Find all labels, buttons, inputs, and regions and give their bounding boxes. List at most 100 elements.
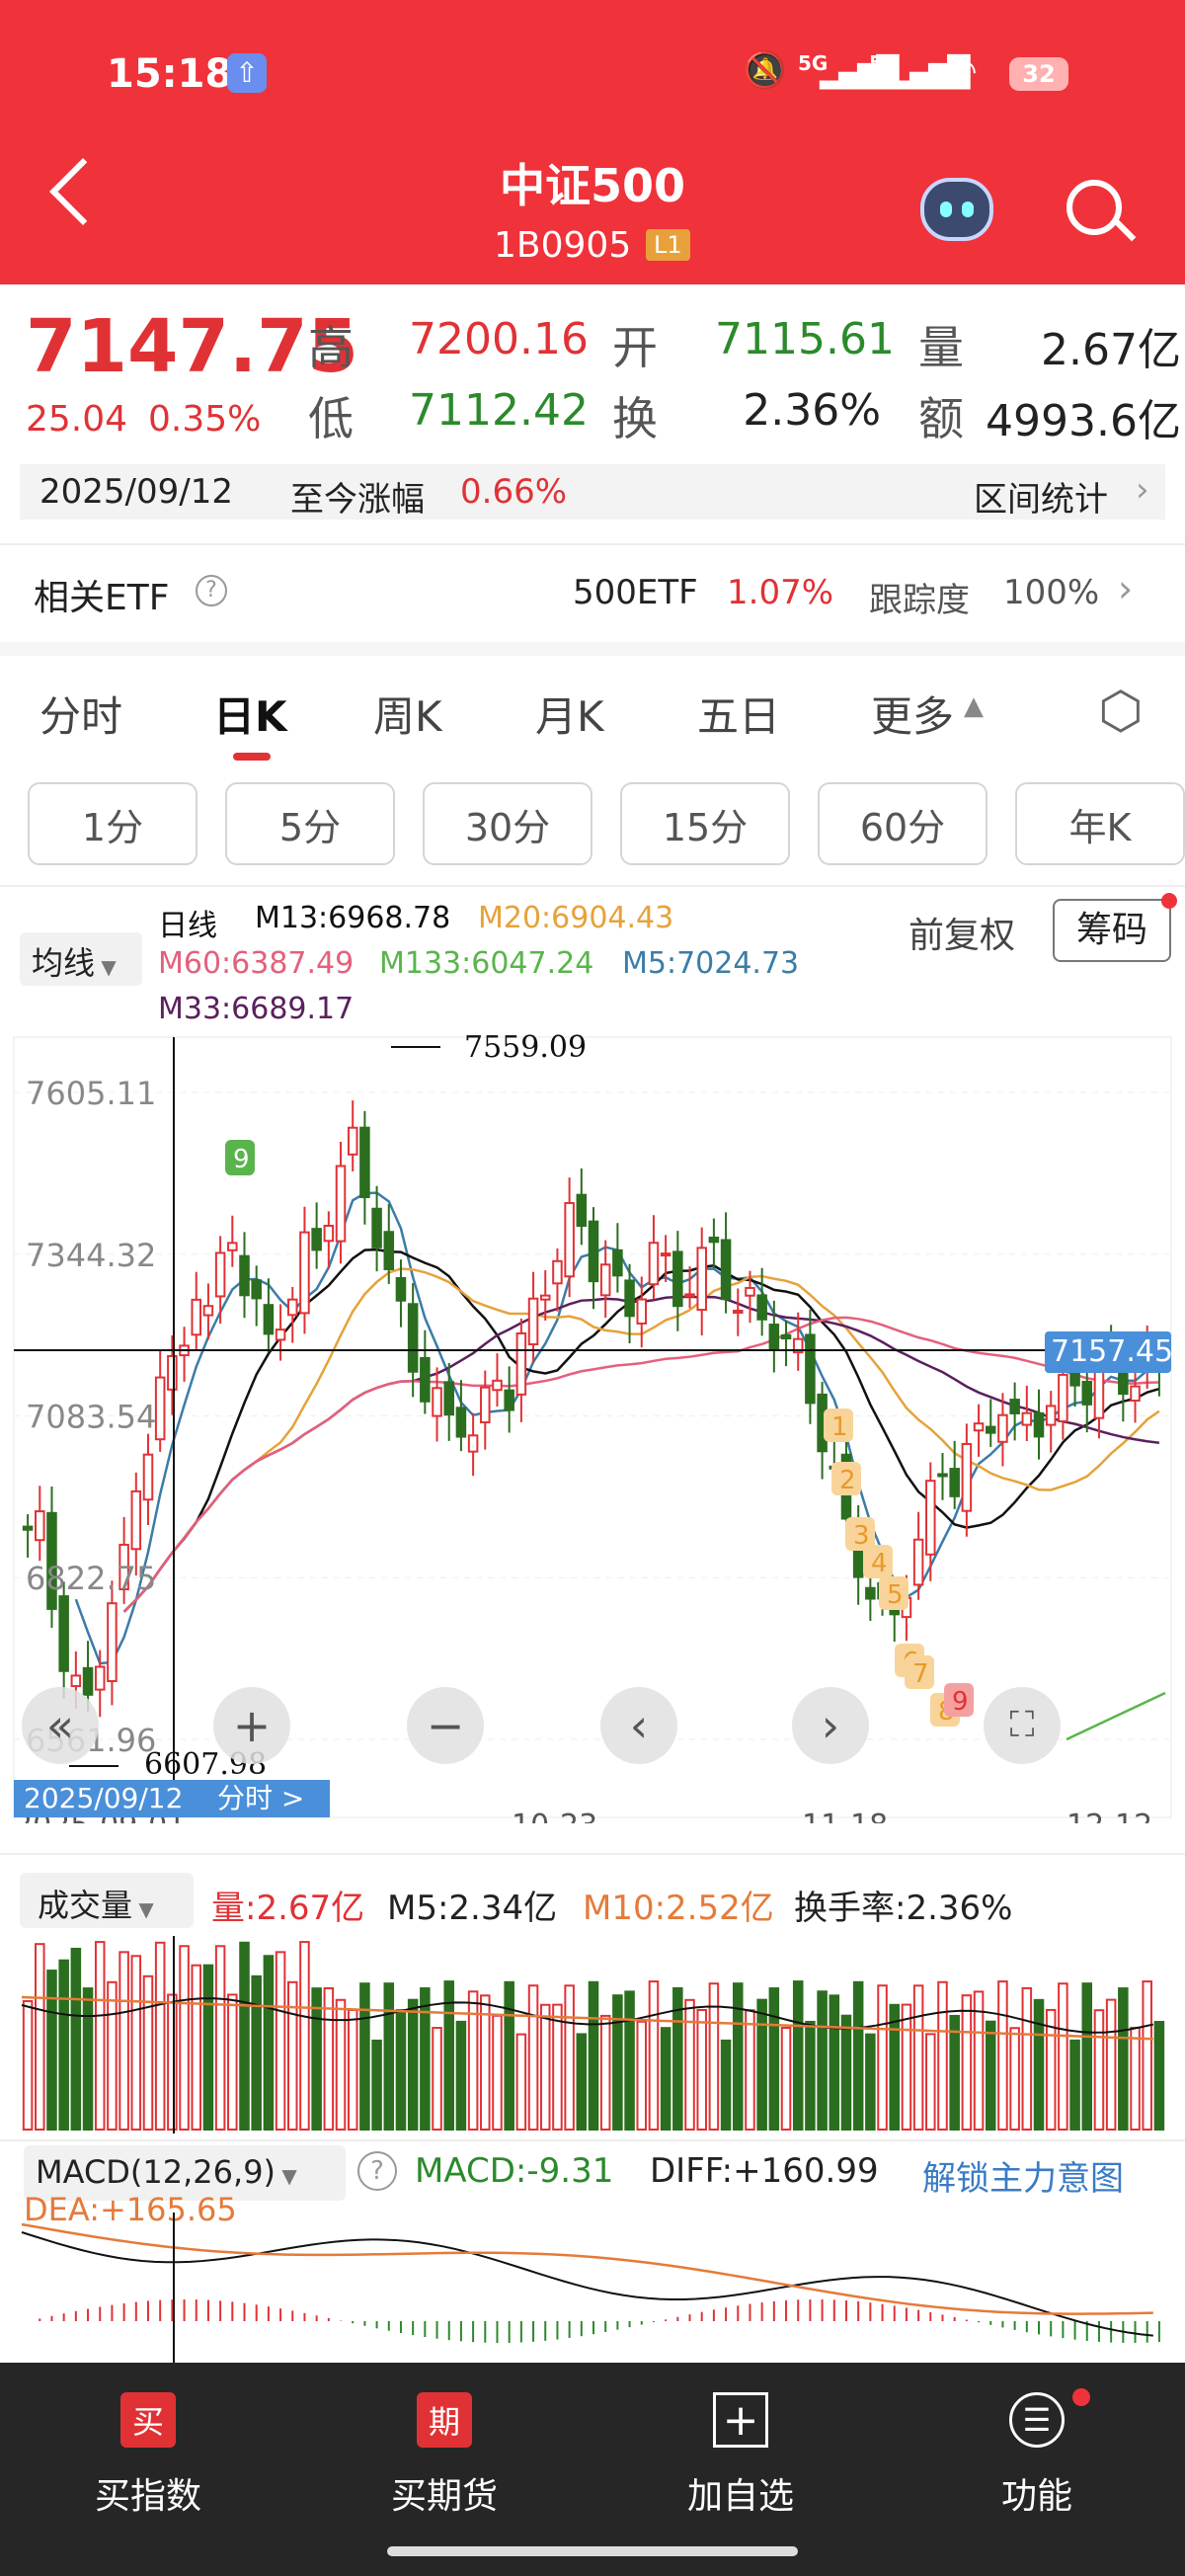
candle-body — [130, 1489, 142, 1551]
td-marker: 1 — [824, 1409, 853, 1442]
scroll-left-icon[interactable]: ‹ — [600, 1687, 677, 1764]
tab-weekly-k[interactable]: 周K — [373, 684, 442, 744]
nav-buy-index[interactable]: 买 买指数 — [0, 2363, 296, 2576]
volume-bar — [961, 1994, 973, 2132]
candle-body — [467, 1434, 479, 1453]
period-30min[interactable]: 30分 — [423, 782, 592, 865]
legend-m20: M20:6904.43 — [478, 901, 674, 935]
volume-bar — [154, 1941, 166, 2131]
volume-bar — [912, 1984, 924, 2131]
tab-monthly-k[interactable]: 月K — [535, 684, 604, 744]
candle-body — [432, 1387, 442, 1417]
volume-bar — [780, 2026, 792, 2131]
tab-daily-k[interactable]: 日K — [213, 684, 287, 744]
volume-bar — [865, 2033, 876, 2131]
period-15min[interactable]: 15分 — [620, 782, 790, 865]
volume-bar — [94, 1941, 106, 2131]
candle-body — [299, 1231, 310, 1315]
chips-button[interactable]: 筹码 — [1053, 899, 1171, 962]
legend-m60: M60:6387.49 — [158, 946, 355, 981]
candle-body — [239, 1254, 250, 1297]
td-marker: 9 — [225, 1140, 255, 1175]
etf-name[interactable]: 500ETF — [573, 573, 698, 612]
range-date: 2025/09/12 — [40, 472, 233, 512]
settings-hexagon-icon[interactable]: ⬡ — [1098, 682, 1143, 741]
y-tick-label: 6822.75 — [26, 1560, 156, 1597]
legend-volume-m5: M5:2.34亿 — [387, 1889, 558, 1928]
volume-bar — [877, 1984, 888, 2131]
rewind-icon[interactable]: « — [22, 1687, 99, 1764]
y-tick-label: 7344.32 — [26, 1237, 156, 1274]
volume-bar — [648, 1980, 660, 2131]
candle-body — [636, 1298, 648, 1325]
volume-bar — [82, 1987, 94, 2131]
period-year-k[interactable]: 年K — [1015, 782, 1185, 865]
volume-bar — [624, 1990, 635, 2132]
macd-chart[interactable] — [0, 2213, 1185, 2363]
volume-bar — [527, 1984, 539, 2131]
crosshair-price: 7157.45 — [1051, 1334, 1173, 1369]
period-1min[interactable]: 1分 — [28, 782, 198, 865]
search-icon-handle — [1113, 218, 1137, 242]
volume-bar — [179, 1945, 190, 2131]
turnover-label: 换 — [612, 392, 658, 445]
volume-bar — [227, 1993, 238, 2131]
ma-selector[interactable]: 均线 ▼ — [20, 932, 142, 986]
status-time: 15:18 — [107, 51, 233, 97]
assistant-robot-icon[interactable] — [920, 178, 993, 241]
nav-add-watchlist[interactable]: + 加自选 — [592, 2363, 889, 2576]
volume-selector-label: 成交量 — [38, 1887, 133, 1924]
period-60min[interactable]: 60分 — [818, 782, 988, 865]
divider — [0, 1853, 1185, 1855]
legend-diff: DIFF:+160.99 — [650, 2151, 879, 2191]
volume-bar — [107, 1980, 118, 2132]
candle-body — [371, 1207, 382, 1248]
candle-body — [395, 1277, 407, 1302]
volume-bar — [1118, 1987, 1129, 2131]
x-tick-label: 11-18 — [802, 1809, 888, 1823]
tab-more[interactable]: 更多 — [871, 684, 954, 744]
volume-bar — [564, 1984, 575, 2132]
period-5min[interactable]: 5分 — [225, 782, 395, 865]
candle-body — [323, 1224, 335, 1243]
tab-intraday[interactable]: 分时 — [40, 684, 122, 744]
volume-bar — [588, 1980, 599, 2131]
volume-bar — [46, 1970, 57, 2131]
search-icon[interactable] — [1066, 180, 1122, 235]
candle-body — [805, 1333, 816, 1405]
volume-bar — [1105, 1998, 1117, 2132]
volume-bar — [407, 1998, 419, 2132]
volume-bar — [515, 2033, 527, 2131]
adjust-mode[interactable]: 前复权 — [908, 907, 1015, 958]
candle-body — [937, 1473, 948, 1478]
legend-m33: M33:6689.17 — [158, 992, 355, 1026]
help-icon[interactable]: ? — [196, 575, 227, 606]
wifi-icon: ◠ — [948, 51, 978, 91]
unlock-link[interactable]: 解锁主力意图 — [922, 2151, 1124, 2200]
chevron-right-icon: › — [1136, 470, 1149, 510]
volume-bar — [792, 1980, 804, 2131]
legend-m13: M13:6968.78 — [255, 901, 451, 935]
chevron-right-icon[interactable]: › — [1118, 567, 1133, 610]
help-icon[interactable]: ? — [357, 2151, 397, 2191]
tab-five-day[interactable]: 五日 — [697, 684, 780, 744]
volume-bar — [612, 1994, 623, 2131]
nav-functions[interactable]: ☰ 功能 — [889, 2363, 1185, 2576]
volume-bar — [985, 2020, 996, 2131]
nav-buy-futures[interactable]: 期 买期货 — [296, 2363, 592, 2576]
zoom-out-icon[interactable]: − — [407, 1687, 484, 1764]
td-marker-label: 7 — [912, 1659, 929, 1689]
scroll-right-icon[interactable]: › — [792, 1687, 869, 1764]
fullscreen-icon[interactable]: ⛶ — [984, 1687, 1061, 1764]
range-bar[interactable]: 2025/09/12 至今涨幅 0.66% 区间统计 › — [20, 464, 1165, 520]
y-tick-label: 7083.54 — [26, 1398, 156, 1435]
tracking-value: 100% — [1003, 573, 1100, 612]
zoom-in-icon[interactable]: + — [213, 1687, 290, 1764]
volume-bar — [347, 2009, 358, 2131]
section-gap — [0, 642, 1185, 656]
volume-selector[interactable]: 成交量 ▼ — [20, 1873, 194, 1928]
range-stats-link[interactable]: 区间统计 — [974, 472, 1108, 521]
volume-chart[interactable] — [0, 1936, 1185, 2133]
candle-body — [1093, 1364, 1105, 1419]
battery-icon: 32 — [1009, 57, 1068, 91]
